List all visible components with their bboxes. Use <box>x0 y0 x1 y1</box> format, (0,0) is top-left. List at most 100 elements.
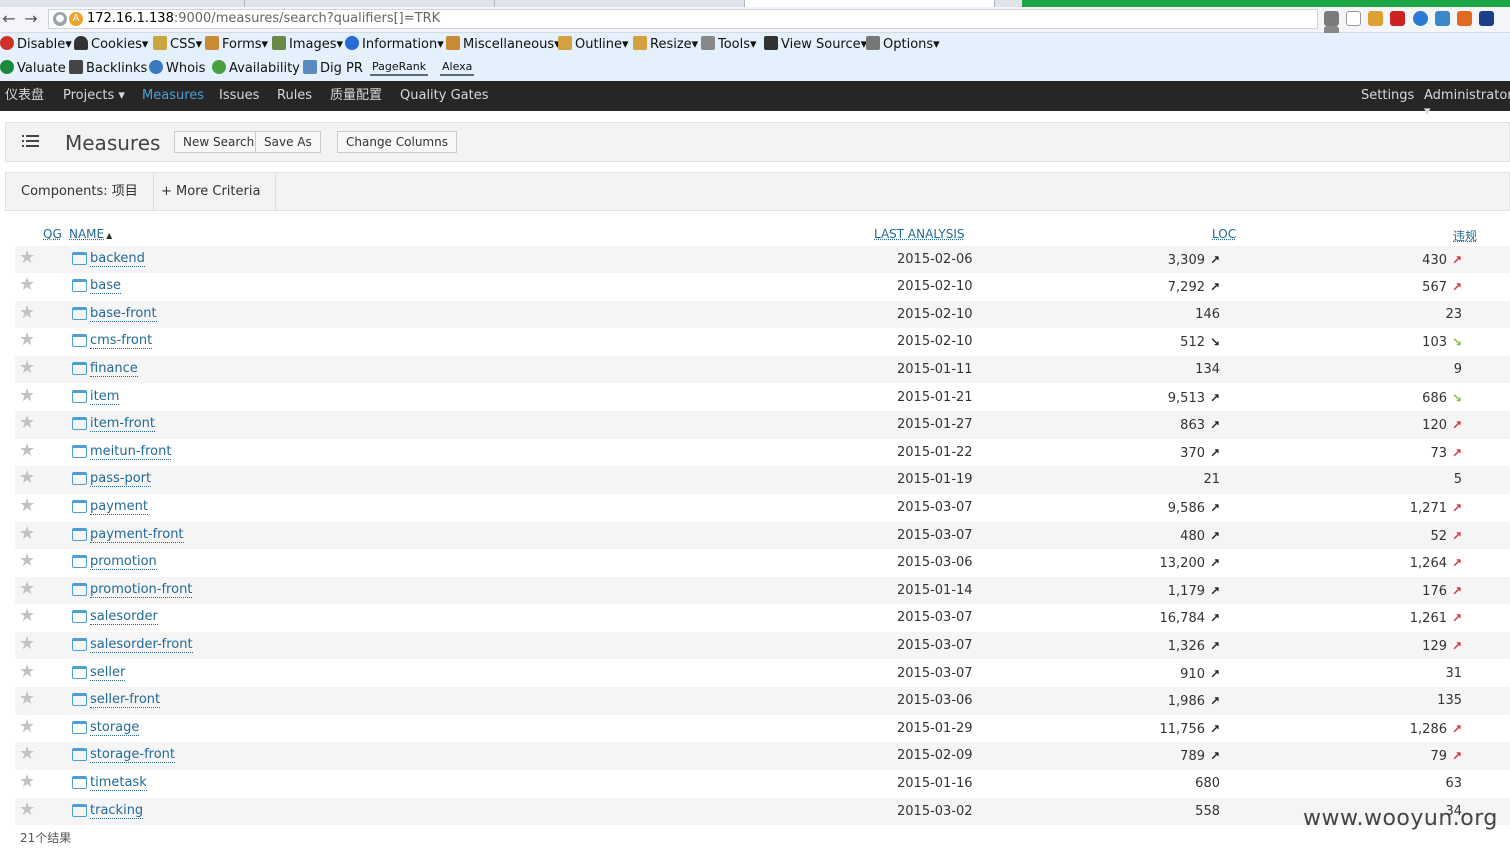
nav-dashboard[interactable]: 仪表盘 <box>5 88 44 104</box>
project-name-link[interactable]: item-front <box>90 417 155 433</box>
favorite-star-icon[interactable]: ★ <box>19 303 35 321</box>
change-columns-button[interactable]: Change Columns <box>337 131 457 153</box>
browser-tab[interactable] <box>245 0 495 7</box>
column-qg[interactable]: QG <box>43 227 62 241</box>
favorite-star-icon[interactable]: ★ <box>19 414 35 432</box>
toolbar-miscellaneous[interactable]: Miscellaneous▾ <box>446 36 561 54</box>
extension-icon[interactable] <box>1456 11 1472 26</box>
toolbar-backlinks[interactable]: Backlinks <box>69 60 147 78</box>
project-name-link[interactable]: item <box>90 389 120 405</box>
project-name-link[interactable]: pass-port <box>90 472 152 488</box>
toolbar-availability[interactable]: Availability <box>212 60 300 78</box>
project-name-link[interactable]: cms-front <box>90 334 153 350</box>
favorite-star-icon[interactable]: ★ <box>19 800 35 818</box>
favorite-star-icon[interactable]: ★ <box>19 358 35 376</box>
backlinks-icon <box>69 60 83 74</box>
favorite-star-icon[interactable]: ★ <box>19 607 35 625</box>
toolbar-information[interactable]: Information▾ <box>345 36 444 54</box>
site-info-icon[interactable]: ● <box>53 12 67 26</box>
alexa-button[interactable]: Alexa <box>440 59 475 76</box>
favorite-star-icon[interactable]: ★ <box>19 441 35 459</box>
trend-arrow-icon: ↗ <box>1209 638 1220 653</box>
column-loc[interactable]: LOC <box>1212 227 1236 241</box>
project-name-link[interactable]: backend <box>90 251 145 267</box>
project-name-link[interactable]: meitun-front <box>90 444 172 460</box>
back-arrow-icon[interactable]: ← <box>0 10 18 28</box>
toolbar-images[interactable]: Images▾ <box>272 36 343 54</box>
toolbar-css[interactable]: CSS▾ <box>153 36 202 54</box>
forward-arrow-icon[interactable]: → <box>22 10 40 28</box>
favorite-star-icon[interactable]: ★ <box>19 745 35 763</box>
new-search-button[interactable]: New Search <box>174 131 264 153</box>
project-name-link[interactable]: base-front <box>90 306 157 322</box>
favorite-star-icon[interactable]: ★ <box>19 496 35 514</box>
toolbar-options[interactable]: Options▾ <box>866 36 940 54</box>
toolbar-valuate[interactable]: Valuate <box>0 60 66 78</box>
toolbar-cookies[interactable]: Cookies▾ <box>74 36 148 54</box>
project-name-link[interactable]: storage-front <box>90 748 176 764</box>
toolbar-tools[interactable]: Tools▾ <box>701 36 757 54</box>
extension-icon[interactable] <box>1434 11 1450 26</box>
extension-icon[interactable] <box>1478 11 1494 26</box>
nav-settings[interactable]: Settings <box>1361 88 1414 104</box>
project-name-link[interactable]: promotion-front <box>90 582 193 598</box>
url-field[interactable]: ● A 172.16.1.138:9000/measures/search?qu… <box>48 9 1318 29</box>
favorite-star-icon[interactable]: ★ <box>19 276 35 294</box>
more-criteria-button[interactable]: + More Criteria <box>146 173 277 210</box>
favorite-star-icon[interactable]: ★ <box>19 331 35 349</box>
column-last-analysis[interactable]: LAST ANALYSIS <box>874 227 965 241</box>
nav-measures[interactable]: Measures <box>142 88 204 104</box>
favorite-star-icon[interactable]: ★ <box>19 662 35 680</box>
column-name[interactable]: NAME ▲ <box>69 227 112 241</box>
toolbar-forms[interactable]: Forms▾ <box>205 36 268 54</box>
extension-icon[interactable] <box>1412 11 1428 26</box>
browser-tab[interactable] <box>495 0 745 7</box>
toolbar-resize[interactable]: Resize▾ <box>633 36 698 54</box>
components-criterion[interactable]: Components: 项目 <box>6 173 154 210</box>
browser-tab-active[interactable] <box>745 0 995 7</box>
extension-icon[interactable] <box>1368 11 1384 26</box>
project-name-link[interactable]: payment <box>90 499 148 515</box>
toolbar-dig-pr[interactable]: Dig PR <box>303 60 363 78</box>
project-name-link[interactable]: tracking <box>90 803 144 819</box>
toolbar-outline[interactable]: Outline▾ <box>558 36 629 54</box>
toolbar-disable[interactable]: Disable▾ <box>0 36 72 54</box>
project-name-link[interactable]: storage <box>90 720 140 736</box>
project-name-link[interactable]: salesorder <box>90 610 158 626</box>
project-name-link[interactable]: finance <box>90 361 138 377</box>
project-name-link[interactable]: base <box>90 279 121 295</box>
nav-user-menu[interactable]: Administrator ▾ <box>1424 88 1510 120</box>
favorite-star-icon[interactable]: ★ <box>19 524 35 542</box>
column-violations[interactable]: 违规 <box>1453 227 1477 244</box>
favorite-star-icon[interactable]: ★ <box>19 579 35 597</box>
project-name-link[interactable]: seller <box>90 665 126 681</box>
rss-icon[interactable] <box>1324 11 1339 26</box>
nav-issues[interactable]: Issues <box>219 88 259 104</box>
nav-rules[interactable]: Rules <box>277 88 312 104</box>
extension-icon[interactable] <box>1390 11 1406 26</box>
nav-projects[interactable]: Projects ▾ <box>63 88 125 104</box>
url-text[interactable]: 172.16.1.138:9000/measures/search?qualif… <box>87 11 440 26</box>
favorite-star-icon[interactable]: ★ <box>19 552 35 570</box>
toolbar-view-source[interactable]: View Source▾ <box>764 36 867 54</box>
favorite-star-icon[interactable]: ★ <box>19 772 35 790</box>
pagerank-button[interactable]: PageRank <box>370 59 429 76</box>
project-name-link[interactable]: timetask <box>90 775 147 791</box>
favorite-star-icon[interactable]: ★ <box>19 248 35 266</box>
browser-tab[interactable] <box>0 0 245 7</box>
nav-quality-profiles[interactable]: 质量配置 <box>330 88 382 104</box>
favorite-star-icon[interactable]: ★ <box>19 386 35 404</box>
bookmark-star-icon[interactable] <box>1346 11 1362 26</box>
favorite-star-icon[interactable]: ★ <box>19 469 35 487</box>
project-name-link[interactable]: salesorder-front <box>90 637 193 653</box>
toolbar-whois[interactable]: Whois <box>149 60 205 78</box>
nav-quality-gates[interactable]: Quality Gates <box>400 88 489 104</box>
favorite-star-icon[interactable]: ★ <box>19 690 35 708</box>
favorite-star-icon[interactable]: ★ <box>19 634 35 652</box>
project-name-link[interactable]: payment-front <box>90 527 184 543</box>
project-name-link[interactable]: seller-front <box>90 693 161 709</box>
favorite-star-icon[interactable]: ★ <box>19 717 35 735</box>
project-name-link[interactable]: promotion <box>90 555 157 571</box>
filters-list-icon[interactable] <box>22 134 39 148</box>
save-as-button[interactable]: Save As <box>255 131 321 153</box>
